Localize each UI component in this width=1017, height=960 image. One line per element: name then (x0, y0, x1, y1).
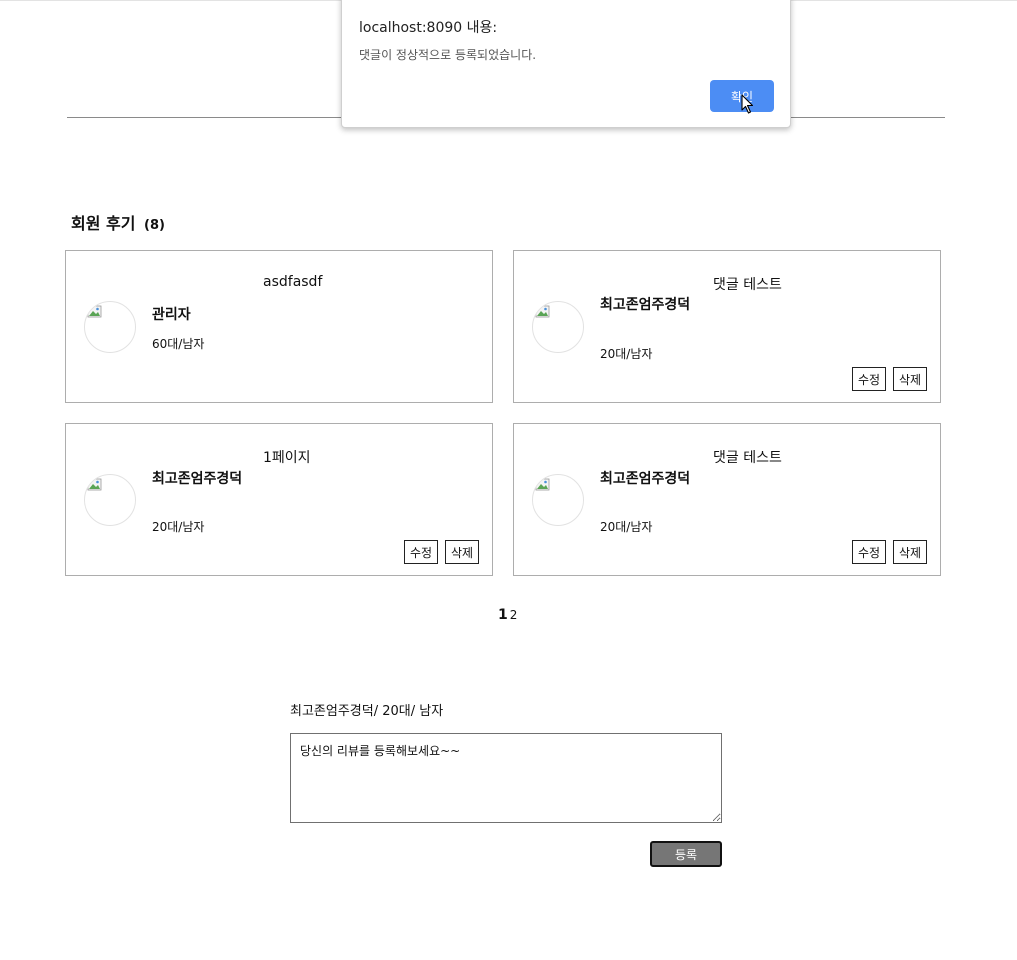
avatar (84, 301, 136, 353)
review-author-meta: 20대/남자 (600, 520, 653, 534)
review-textarea[interactable] (290, 733, 722, 823)
reviews-count: (8) (144, 218, 165, 233)
review-title: 댓글 테스트 (713, 277, 782, 293)
review-card: 1페이지 최고존엄주경덕 20대/남자 수정 삭제 (65, 423, 493, 576)
review-author-meta: 60대/남자 (152, 337, 205, 351)
avatar (532, 301, 584, 353)
review-author: 관리자 (152, 307, 191, 323)
broken-image-icon (535, 478, 550, 491)
avatar (532, 474, 584, 526)
review-title: 댓글 테스트 (713, 450, 782, 466)
delete-button[interactable]: 삭제 (893, 367, 928, 391)
review-author-meta: 20대/남자 (600, 347, 653, 361)
review-title: 1페이지 (263, 450, 311, 466)
review-card: 댓글 테스트 최고존엄주경덕 20대/남자 수정 삭제 (513, 250, 941, 403)
review-title: asdfasdf (263, 274, 323, 290)
review-card: 댓글 테스트 최고존엄주경덕 20대/남자 수정 삭제 (513, 423, 941, 576)
page-current: 1 (498, 607, 508, 623)
broken-image-icon (535, 305, 550, 318)
reviews-heading: 회원 후기 (8) (71, 210, 165, 234)
delete-button[interactable]: 삭제 (893, 540, 928, 564)
dialog-message: 댓글이 정상적으로 등록되었습니다. (359, 48, 537, 62)
pagination: 12 (498, 607, 519, 623)
delete-button[interactable]: 삭제 (445, 540, 480, 564)
review-card: asdfasdf 관리자 60대/남자 (65, 250, 493, 403)
review-writer-info: 최고존엄주경덕/ 20대/ 남자 (290, 704, 444, 719)
page-link[interactable]: 2 (510, 608, 518, 622)
avatar (84, 474, 136, 526)
broken-image-icon (87, 478, 102, 491)
broken-image-icon (87, 305, 102, 318)
edit-button[interactable]: 수정 (852, 540, 887, 564)
mouse-pointer-icon (741, 94, 754, 114)
review-author-meta: 20대/남자 (152, 520, 205, 534)
dialog-title: localhost:8090 내용: (359, 20, 498, 36)
submit-review-button[interactable]: 등록 (650, 841, 722, 867)
edit-button[interactable]: 수정 (852, 367, 887, 391)
alert-dialog: localhost:8090 내용: 댓글이 정상적으로 등록되었습니다. 확인 (341, 0, 791, 128)
reviews-heading-title: 회원 후기 (71, 214, 136, 233)
review-author: 최고존엄주경덕 (152, 471, 243, 487)
review-author: 최고존엄주경덕 (600, 471, 691, 487)
review-author: 최고존엄주경덕 (600, 297, 691, 313)
edit-button[interactable]: 수정 (404, 540, 439, 564)
